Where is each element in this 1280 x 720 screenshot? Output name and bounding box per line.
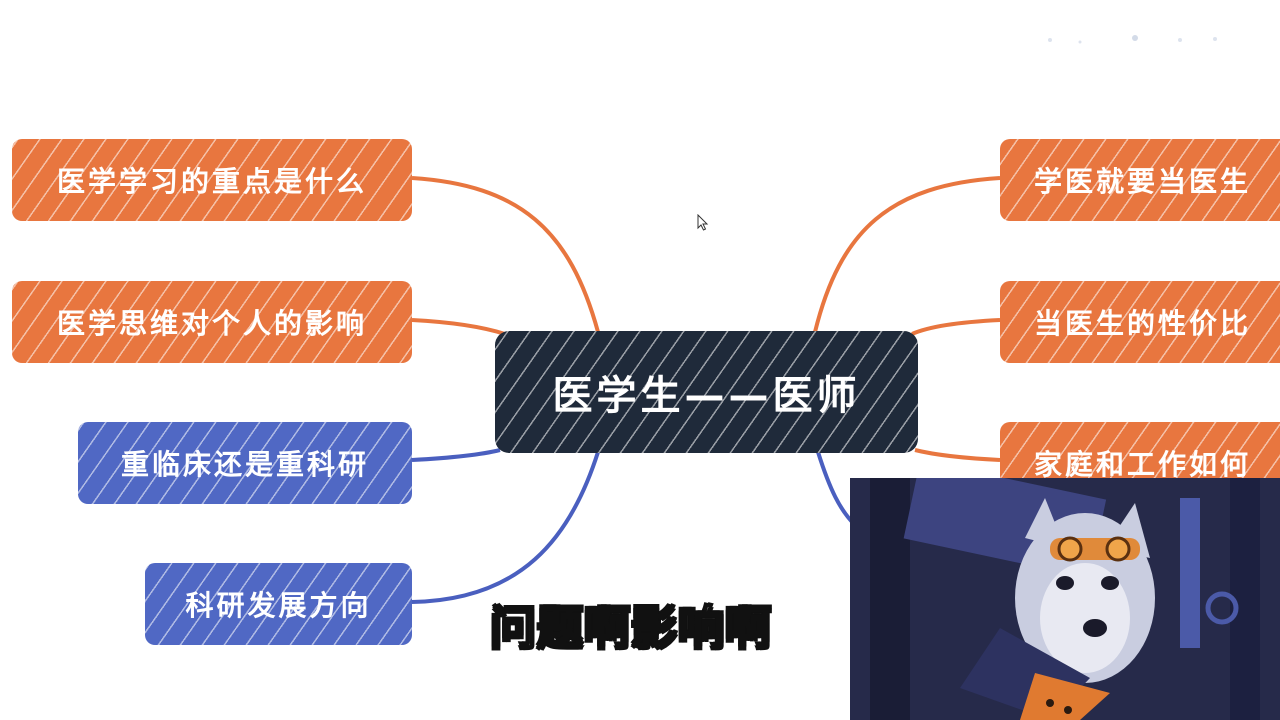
link-left-2 [411, 318, 506, 336]
central-topic-label: 医学生——医师 [552, 373, 861, 419]
left-node-medical-thinking[interactable]: 医学思维对个人的影响 [12, 281, 412, 363]
left-node-research-direction[interactable]: 科研发展方向 [145, 563, 412, 645]
link-left-4 [411, 451, 600, 604]
right-node-label: 家庭和工作如何 [1034, 448, 1252, 481]
background-noise [1048, 35, 1217, 44]
mouse-pointer-icon [697, 214, 709, 231]
right-node-cost-performance[interactable]: 当医生的性价比 [1000, 281, 1280, 363]
link-right-3 [914, 448, 1001, 462]
left-node-clinic-vs-research[interactable]: 重临床还是重科研 [78, 422, 412, 504]
left-node-label: 医学思维对个人的影响 [56, 307, 367, 340]
left-node-label: 科研发展方向 [185, 589, 372, 622]
link-right-1 [813, 176, 1001, 333]
left-node-study-focus[interactable]: 医学学习的重点是什么 [12, 139, 412, 221]
overlay-illustration [850, 478, 1280, 720]
left-node-label: 医学学习的重点是什么 [56, 165, 367, 198]
right-node-label: 学医就要当医生 [1034, 165, 1252, 198]
central-topic-node[interactable]: 医学生——医师 [495, 331, 918, 453]
video-subtitle: 问题啊影响啊 [489, 600, 772, 656]
link-left-3 [411, 448, 501, 462]
left-node-label: 重临床还是重科研 [120, 448, 369, 481]
link-right-2 [911, 318, 1001, 336]
right-node-become-doctor[interactable]: 学医就要当医生 [1000, 139, 1280, 221]
right-node-label: 当医生的性价比 [1034, 307, 1252, 340]
webcam-overlay-image [850, 478, 1280, 720]
link-left-1 [411, 176, 600, 333]
